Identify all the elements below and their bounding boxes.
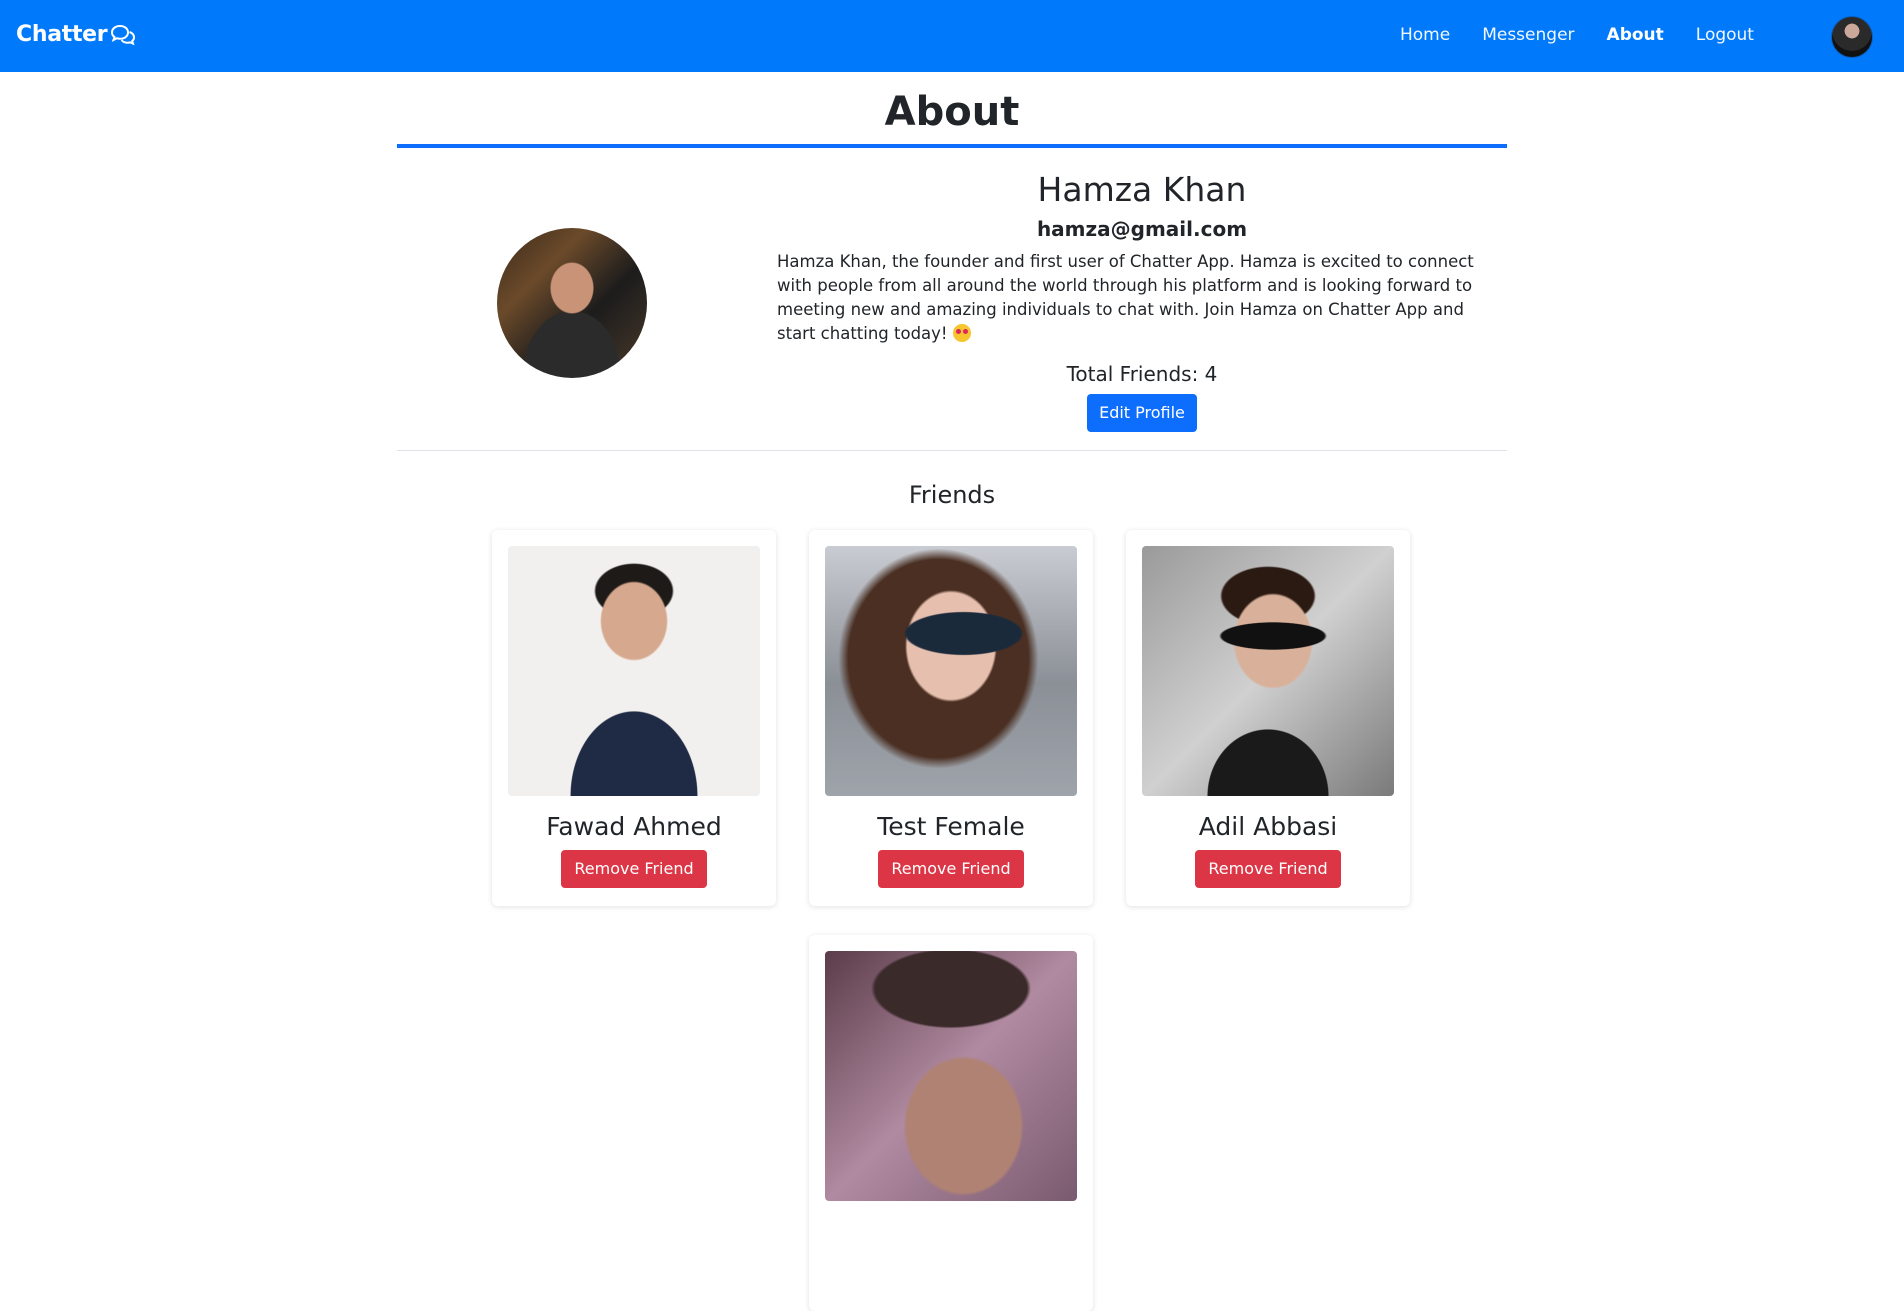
edit-profile-button[interactable]: Edit Profile — [1087, 394, 1197, 432]
profile-name: Hamza Khan — [1037, 170, 1247, 209]
profile-email: hamza@gmail.com — [1036, 217, 1248, 241]
star-struck-emoji-icon — [952, 324, 971, 342]
friend-photo — [825, 951, 1077, 1201]
friend-photo — [508, 546, 760, 796]
friend-card: Fawad Ahmed Remove Friend — [492, 530, 776, 906]
page-title: About — [884, 89, 1020, 135]
brand-name: Chatter — [16, 22, 108, 47]
friend-photo — [825, 546, 1077, 796]
friends-heading: Friends — [908, 481, 996, 509]
friend-photo — [1142, 546, 1394, 796]
nav-logout-link[interactable]: Logout — [1680, 24, 1770, 46]
user-avatar[interactable] — [1831, 16, 1873, 58]
profile-info: Hamza Khan hamza@gmail.com Hamza Khan, t… — [777, 168, 1507, 432]
friend-name: Test Female — [877, 812, 1025, 841]
nav-links: Home Messenger About Logout — [1384, 24, 1770, 46]
profile-avatar — [497, 228, 647, 378]
remove-friend-button[interactable]: Remove Friend — [878, 850, 1024, 888]
nav-messenger-link[interactable]: Messenger — [1466, 24, 1590, 46]
nav-about-link[interactable]: About — [1591, 24, 1680, 46]
main-content: About Hamza Khan hamza@gmail.com Hamza K… — [397, 72, 1507, 511]
navbar: Chatter Home Messenger About Logout — [0, 0, 1904, 72]
friend-card: Test Female Remove Friend — [809, 530, 1093, 906]
friend-name: Adil Abbasi — [1198, 812, 1338, 841]
chat-bubbles-icon — [111, 24, 136, 45]
nav-home-link[interactable]: Home — [1384, 24, 1466, 46]
friend-name: Fawad Ahmed — [546, 812, 722, 841]
remove-friend-button[interactable]: Remove Friend — [1195, 850, 1341, 888]
friend-card: Adil Abbasi Remove Friend — [1126, 530, 1410, 906]
total-friends-count: Total Friends: 4 — [1066, 362, 1218, 386]
profile-bio-text: Hamza Khan, the founder and first user o… — [777, 252, 1474, 343]
brand-logo[interactable]: Chatter — [16, 22, 136, 47]
profile-bio: Hamza Khan, the founder and first user o… — [777, 250, 1507, 346]
friend-card — [809, 935, 1093, 1311]
remove-friend-button[interactable]: Remove Friend — [561, 850, 707, 888]
profile-section: Hamza Khan hamza@gmail.com Hamza Khan, t… — [397, 148, 1507, 450]
section-divider — [397, 450, 1507, 451]
